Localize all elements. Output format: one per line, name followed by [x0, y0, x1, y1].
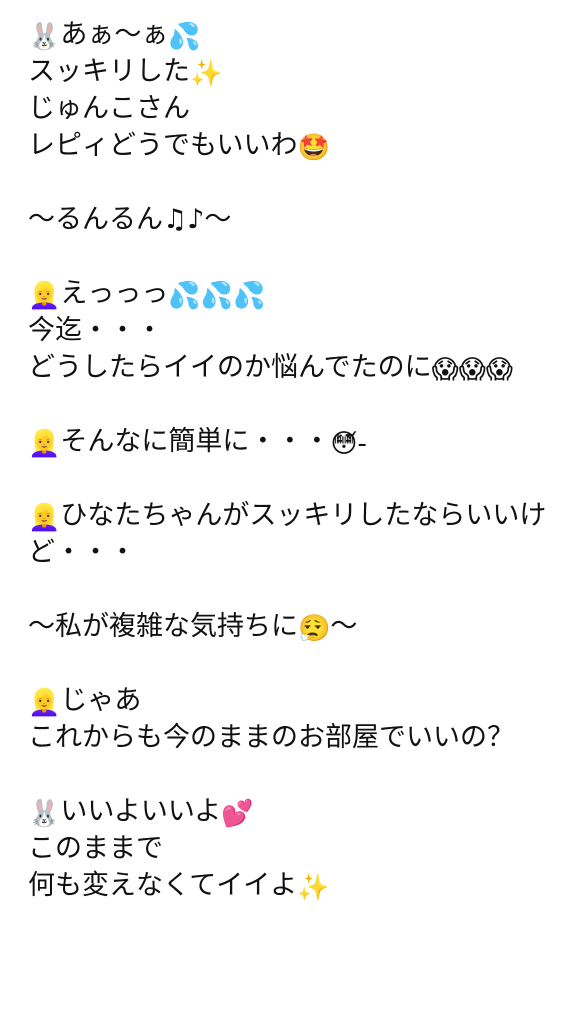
two-hearts-icon: 💕 — [221, 799, 254, 829]
line-text: じゅんこさん — [28, 93, 190, 124]
blonde-woman-icon: 👱‍♀️ — [28, 688, 61, 718]
text-line: 今迄・・・ — [28, 312, 568, 349]
line-text: スッキリした — [28, 56, 190, 87]
line-text: じゃあ — [60, 685, 142, 716]
rabbit-face-icon: 🐰 — [28, 22, 61, 52]
line-text: えっっっ — [60, 278, 169, 309]
star-struck-face-icon: 🤩 — [297, 133, 330, 163]
line-text: 〜私が複雑な気持ちに — [28, 611, 298, 642]
line-text: レピィどうでもいいわ — [28, 130, 298, 161]
text-line: 👱‍♀️じゃあ — [28, 682, 568, 719]
text-line: レピィどうでもいいわ🤩 — [28, 127, 568, 164]
text-line: 👱‍♀️そんなに簡単に・・・😳᷄‐ — [28, 423, 568, 460]
text-line: 🐰あぁ〜ぁ💦 — [28, 16, 568, 53]
text-line: このままで — [28, 830, 568, 867]
line-text: これからも今のままのお部屋でいいの？ — [28, 722, 514, 753]
text-line: じゅんこさん — [28, 90, 568, 127]
rabbit-face-icon: 🐰 — [28, 799, 61, 829]
text-line: 〜私が複雑な気持ちに😮‍💨〜 — [28, 608, 568, 645]
line-text: あぁ〜ぁ — [60, 19, 169, 50]
blonde-woman-icon: 👱‍♀️ — [28, 503, 61, 533]
blonde-woman-icon: 👱‍♀️ — [28, 429, 61, 459]
line-text: いいよいいよ — [60, 796, 222, 827]
line-text: このままで — [28, 833, 163, 864]
sparkles-icon: ✨ — [297, 873, 330, 903]
line-text: ひなたちゃんがスッキリしたならいいけど・・・ — [28, 500, 547, 568]
sparkles-icon: ✨ — [190, 59, 223, 89]
line-text: どうしたらイイのか悩んでたのに — [28, 352, 432, 383]
text-line: 〜るんるん♫♪〜 — [28, 201, 568, 238]
flushed-face-icon: 😳᷄‐ — [330, 429, 367, 459]
face-exhaling-icon: 😮‍💨 — [298, 614, 331, 644]
line-text: そんなに簡単に・・・ — [60, 426, 331, 457]
line-text: 何も変えなくてイイよ — [28, 870, 298, 901]
sweat-droplets-icon: 💦💦💦 — [168, 281, 266, 311]
line-text: 今迄・・・ — [28, 315, 163, 346]
text-line: 🐰いいよいいよ💕 — [28, 793, 568, 830]
text-line: 👱‍♀️えっっっ💦💦💦 — [28, 275, 568, 312]
text-line: これからも今のままのお部屋でいいの？ — [28, 719, 568, 756]
message-body: 🐰あぁ〜ぁ💦 スッキリした✨ じゅんこさん レピィどうでもいいわ🤩 〜るんるん♫… — [28, 16, 568, 904]
sweat-droplets-icon: 💦 — [168, 22, 201, 52]
blonde-woman-icon: 👱‍♀️ — [28, 281, 61, 311]
text-line: どうしたらイイのか悩んでたのに😱😱😱 — [28, 349, 568, 386]
text-line: 何も変えなくてイイよ✨ — [28, 867, 568, 904]
text-line: 👱‍♀️ひなたちゃんがスッキリしたならいいけど・・・ — [28, 497, 568, 571]
screaming-face-icon: 😱😱😱 — [431, 355, 513, 385]
line-tail: 〜 — [330, 611, 358, 642]
line-text: 〜るんるん♫♪〜 — [28, 204, 232, 235]
text-line: スッキリした✨ — [28, 53, 568, 90]
